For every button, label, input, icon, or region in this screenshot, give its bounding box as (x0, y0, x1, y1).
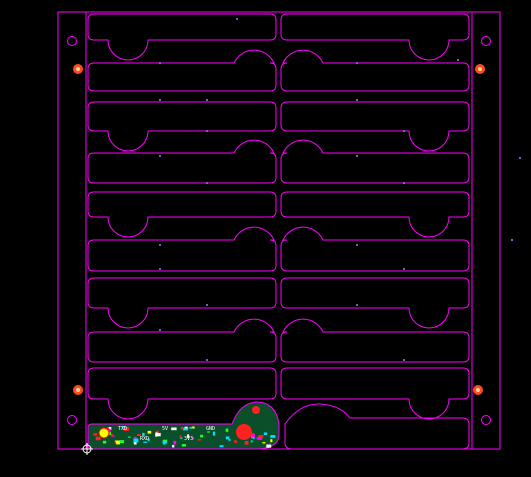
fiducial-icon (473, 385, 483, 395)
silkscreen-label: TXD (118, 426, 127, 432)
smd-component (189, 427, 193, 429)
smd-component (163, 442, 166, 445)
via-dot (206, 304, 208, 306)
smd-component (172, 445, 175, 448)
smd-component (252, 437, 255, 439)
smd-component (128, 436, 131, 438)
smd-component (119, 440, 125, 444)
via-dot (206, 99, 208, 101)
smd-component (102, 440, 107, 444)
via-dot (511, 239, 513, 241)
smd-component (219, 445, 224, 448)
via-dot (159, 155, 161, 157)
via-dot (206, 359, 208, 361)
smd-component (171, 427, 177, 431)
smd-component (228, 439, 231, 441)
smd-component (258, 435, 264, 438)
smd-component (225, 436, 230, 440)
via-dot (519, 157, 521, 159)
via-dot (159, 244, 161, 246)
via-dot (159, 62, 161, 64)
via-dot (159, 268, 161, 270)
via-dot (356, 62, 358, 64)
fiducial-icon (475, 64, 485, 74)
smd-component (244, 441, 249, 445)
silkscreen-label: RXD (140, 436, 149, 442)
smd-component (250, 440, 253, 443)
smd-component (262, 442, 266, 444)
fiducial-icon (73, 385, 83, 395)
smd-component (179, 435, 182, 439)
via-dot (403, 359, 405, 361)
smd-component (200, 434, 204, 438)
via-dot (159, 329, 161, 331)
via-dot (356, 244, 358, 246)
via-dot (206, 182, 208, 184)
smd-component (184, 426, 188, 429)
via-dot (356, 155, 358, 157)
smd-component (225, 428, 229, 432)
via-dot (403, 130, 405, 132)
fiducial-icon (73, 64, 83, 74)
via-dot (159, 99, 161, 101)
smd-component (133, 438, 139, 443)
smd-component (173, 440, 177, 445)
smd-component (212, 431, 216, 436)
smd-component (93, 433, 98, 436)
smd-component (270, 435, 276, 438)
smd-component (181, 444, 186, 447)
smd-component (266, 444, 272, 448)
smd-component (147, 430, 152, 434)
via-dot (356, 304, 358, 306)
red-component (236, 424, 252, 440)
via-dot (236, 18, 238, 20)
smd-component (263, 432, 268, 435)
pcb-panel-canvas[interactable]: TXD RXD 5V 3V3 GND (0, 0, 531, 477)
smd-component (234, 440, 237, 443)
smd-component (251, 432, 255, 435)
smd-component (110, 434, 114, 437)
via-dot (403, 182, 405, 184)
smd-component (180, 427, 184, 430)
smd-component (256, 436, 263, 440)
silkscreen-label: GND (206, 426, 215, 432)
via-dot (457, 59, 459, 61)
silkscreen-label: 5V (162, 426, 168, 432)
connector-pad (98, 427, 110, 439)
smd-component (197, 439, 202, 441)
smd-component (155, 432, 161, 437)
smd-component (95, 436, 101, 441)
via-dot (206, 130, 208, 132)
via-dot (403, 268, 405, 270)
smd-component (116, 440, 120, 445)
smd-component (251, 434, 255, 438)
smd-component (133, 436, 137, 439)
smd-component (270, 439, 273, 443)
via-dot (356, 99, 358, 101)
red-component (252, 406, 260, 414)
silkscreen-label: 3V3 (184, 436, 193, 442)
